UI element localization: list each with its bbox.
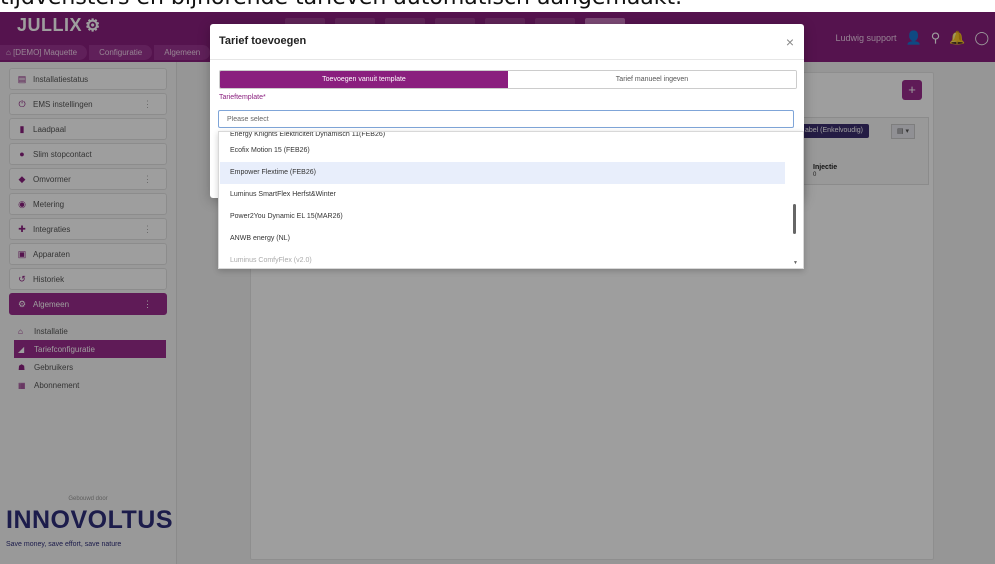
dropdown-option-highlighted[interactable]: Empower Flextime (FEB26) xyxy=(220,162,785,184)
template-select-input[interactable] xyxy=(218,110,794,128)
close-icon[interactable]: × xyxy=(786,34,794,50)
caption-strip: tijdvensters en bijhorende tarieven auto… xyxy=(0,0,995,12)
tab-from-template[interactable]: Toevoegen vanuit template xyxy=(220,71,508,88)
dropdown-option[interactable]: Ecofix Motion 15 (FEB26) xyxy=(220,140,785,162)
dropdown-option[interactable]: Luminus ComfyFlex (v2.0) xyxy=(220,250,785,268)
dropdown-scrollbar[interactable] xyxy=(793,204,796,234)
dropdown-option[interactable]: Energy Knights Elektriciteit Dynamisch 1… xyxy=(220,132,785,140)
template-field-label: Tarieftemplate* xyxy=(219,94,266,101)
modal-title: Tarief toevoegen xyxy=(219,35,307,47)
dropdown-option[interactable]: ANWB energy (NL) xyxy=(220,228,785,250)
tab-manual[interactable]: Tarief manueel ingeven xyxy=(508,71,796,88)
scroll-down-icon[interactable]: ▼ xyxy=(793,260,798,266)
modal-tabs: Toevoegen vanuit template Tarief manueel… xyxy=(219,70,797,89)
template-dropdown-list: Energy Knights Elektriciteit Dynamisch 1… xyxy=(218,131,804,269)
dropdown-option[interactable]: Luminus SmartFlex Herfst&Winter xyxy=(220,184,785,206)
caption-text: tijdvensters en bijhorende tarieven auto… xyxy=(0,0,682,10)
dropdown-option[interactable]: Power2You Dynamic EL 15(MAR26) xyxy=(220,206,785,228)
modal-divider xyxy=(210,59,804,60)
